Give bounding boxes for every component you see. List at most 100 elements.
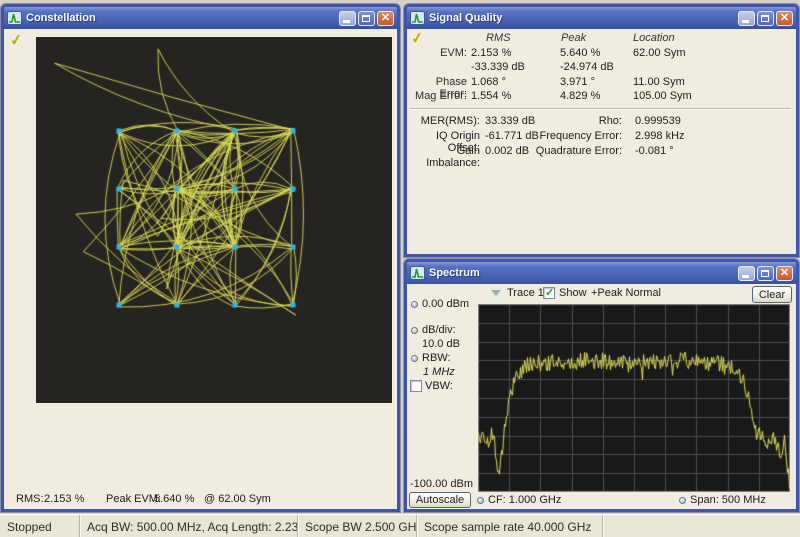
rho-label: Rho: bbox=[499, 115, 622, 127]
spectrum-titlebar[interactable]: Spectrum ✕ bbox=[407, 262, 796, 284]
row-label: EVM: bbox=[407, 47, 467, 59]
header-rms: RMS bbox=[486, 32, 510, 44]
mag-error-location: 105.00 Sym bbox=[633, 90, 692, 102]
constellation-window: Constellation ✕ ✓ RMS: 2.153 % Peak EVM:… bbox=[1, 4, 400, 512]
sq-header-row: RMS Peak Location bbox=[407, 32, 796, 46]
dbdiv-value[interactable]: 10.0 dB bbox=[422, 338, 460, 350]
quadrature-error-value: -0.081 ° bbox=[635, 145, 674, 157]
spectrum-title: Spectrum bbox=[429, 267, 738, 279]
phase-error-location: 11.00 Sym bbox=[633, 76, 685, 88]
mag-error-peak: 4.829 % bbox=[560, 90, 600, 102]
signal-quality-body: ✓ RMS Peak Location EVM: 2.153 % 5.640 %… bbox=[407, 29, 796, 254]
close-icon: ✕ bbox=[378, 12, 393, 25]
rbw-value[interactable]: 1 MHz bbox=[423, 366, 455, 378]
maximize-icon bbox=[362, 15, 370, 22]
maximize-button[interactable] bbox=[358, 11, 375, 26]
minimize-icon bbox=[742, 275, 749, 278]
rms-label: RMS: bbox=[16, 493, 44, 505]
sq-summary-row-2: IQ Origin Offset: -61.771 dB Frequency E… bbox=[407, 130, 796, 144]
dbdiv-knob-icon[interactable] bbox=[411, 327, 418, 334]
header-peak: Peak bbox=[561, 32, 586, 44]
clear-button[interactable]: Clear bbox=[752, 286, 792, 303]
spectrum-window: Spectrum ✕ Trace 1 ✓ Show +Peak Normal C… bbox=[404, 259, 799, 512]
measurement-valid-checkmark: ✓ bbox=[9, 30, 24, 50]
sq-row-evm: EVM: 2.153 % 5.640 % 62.00 Sym bbox=[407, 47, 796, 61]
minimize-button[interactable] bbox=[339, 11, 356, 26]
constellation-titlebar[interactable]: Constellation ✕ bbox=[4, 7, 397, 29]
frequency-error-label: Frequency Error: bbox=[499, 130, 622, 142]
close-button[interactable]: ✕ bbox=[377, 11, 394, 26]
at-symbol-value: @ 62.00 Sym bbox=[204, 493, 271, 505]
constellation-title: Constellation bbox=[26, 12, 339, 24]
show-label: Show bbox=[559, 287, 587, 299]
header-location: Location bbox=[633, 32, 675, 44]
minimize-icon bbox=[343, 20, 350, 23]
bottom-level-value: -100.00 dBm bbox=[410, 478, 473, 490]
constellation-body: ✓ RMS: 2.153 % Peak EVM: 5.640 % @ 62.00… bbox=[4, 29, 397, 509]
span-knob-icon[interactable] bbox=[679, 497, 686, 504]
cf-knob-icon[interactable] bbox=[477, 497, 484, 504]
status-bar: Stopped Acq BW: 500.00 MHz, Acq Length: … bbox=[0, 514, 800, 537]
peak-evm-value: 5.640 % bbox=[154, 493, 194, 505]
show-trace-checkbox[interactable]: ✓ bbox=[543, 287, 555, 299]
sq-summary-row-1: MER(RMS): 33.339 dB Rho: 0.999539 bbox=[407, 115, 796, 129]
detector-mode[interactable]: +Peak Normal bbox=[591, 287, 661, 299]
status-scope-bw: Scope BW 2.500 GHz bbox=[298, 515, 417, 537]
app-window-icon bbox=[410, 11, 425, 25]
ref-level-knob-icon[interactable] bbox=[411, 301, 418, 308]
vbw-checkbox[interactable] bbox=[410, 380, 422, 392]
peak-evm-label: Peak EVM: bbox=[106, 493, 161, 505]
minimize-icon bbox=[742, 20, 749, 23]
app-window-icon bbox=[7, 11, 22, 25]
close-button[interactable]: ✕ bbox=[776, 11, 793, 26]
trace-name[interactable]: Trace 1 bbox=[507, 287, 544, 299]
trace-expander-chevron-down-icon[interactable] bbox=[491, 290, 501, 296]
app-screen: Constellation ✕ ✓ RMS: 2.153 % Peak EVM:… bbox=[0, 0, 800, 537]
dbdiv-label: dB/div: bbox=[422, 324, 456, 336]
evm-rms-db: -33.339 dB bbox=[471, 61, 525, 73]
status-acq-bw: Acq BW: 500.00 MHz, Acq Length: 2.230 us bbox=[80, 515, 298, 537]
signal-quality-title: Signal Quality bbox=[429, 12, 738, 24]
checkbox-check-icon: ✓ bbox=[545, 286, 554, 299]
signal-quality-window: Signal Quality ✕ ✓ RMS Peak Location EVM… bbox=[404, 4, 799, 257]
status-run-state: Stopped bbox=[0, 515, 80, 537]
span-value[interactable]: Span: 500 MHz bbox=[690, 494, 766, 506]
spectrum-plot[interactable] bbox=[478, 304, 790, 492]
evm-rms: 2.153 % bbox=[471, 47, 511, 59]
maximize-icon bbox=[761, 270, 769, 277]
autoscale-button[interactable]: Autoscale bbox=[409, 492, 471, 508]
mer-label: MER(RMS): bbox=[407, 115, 480, 127]
center-frequency-value[interactable]: CF: 1.000 GHz bbox=[488, 494, 561, 506]
sq-summary-row-3: Gain Imbalance: 0.002 dB Quadrature Erro… bbox=[407, 145, 796, 159]
close-button[interactable]: ✕ bbox=[776, 266, 793, 281]
quadrature-error-label: Quadrature Error: bbox=[499, 145, 622, 157]
spectrum-body: Trace 1 ✓ Show +Peak Normal Clear 0.00 d… bbox=[407, 284, 796, 509]
maximize-button[interactable] bbox=[757, 266, 774, 281]
signal-quality-titlebar[interactable]: Signal Quality ✕ bbox=[407, 7, 796, 29]
row-label: Mag Error: bbox=[407, 90, 467, 102]
mag-error-rms: 1.554 % bbox=[471, 90, 511, 102]
status-sample-rate: Scope sample rate 40.000 GHz bbox=[417, 515, 603, 537]
rho-value: 0.999539 bbox=[635, 115, 681, 127]
sq-separator bbox=[410, 108, 791, 109]
maximize-button[interactable] bbox=[757, 11, 774, 26]
rbw-label: RBW: bbox=[422, 352, 451, 364]
minimize-button[interactable] bbox=[738, 11, 755, 26]
phase-error-peak: 3.971 ° bbox=[560, 76, 595, 88]
vbw-label: VBW: bbox=[425, 380, 453, 392]
sq-row-mag-error: Mag Error: 1.554 % 4.829 % 105.00 Sym bbox=[407, 90, 796, 104]
sq-row-evm-db: -33.339 dB -24.974 dB bbox=[407, 61, 796, 75]
app-window-icon bbox=[410, 266, 425, 280]
close-icon: ✕ bbox=[777, 12, 792, 25]
phase-error-rms: 1.068 ° bbox=[471, 76, 506, 88]
status-filler bbox=[603, 515, 800, 537]
constellation-plot[interactable] bbox=[36, 37, 392, 403]
maximize-icon bbox=[761, 15, 769, 22]
evm-peak: 5.640 % bbox=[560, 47, 600, 59]
evm-peak-db: -24.974 dB bbox=[560, 61, 614, 73]
rbw-knob-icon[interactable] bbox=[411, 355, 418, 362]
minimize-button[interactable] bbox=[738, 266, 755, 281]
sq-row-phase-error: Phase Error: 1.068 ° 3.971 ° 11.00 Sym bbox=[407, 76, 796, 90]
close-icon: ✕ bbox=[777, 267, 792, 280]
ref-level-value[interactable]: 0.00 dBm bbox=[422, 298, 469, 310]
